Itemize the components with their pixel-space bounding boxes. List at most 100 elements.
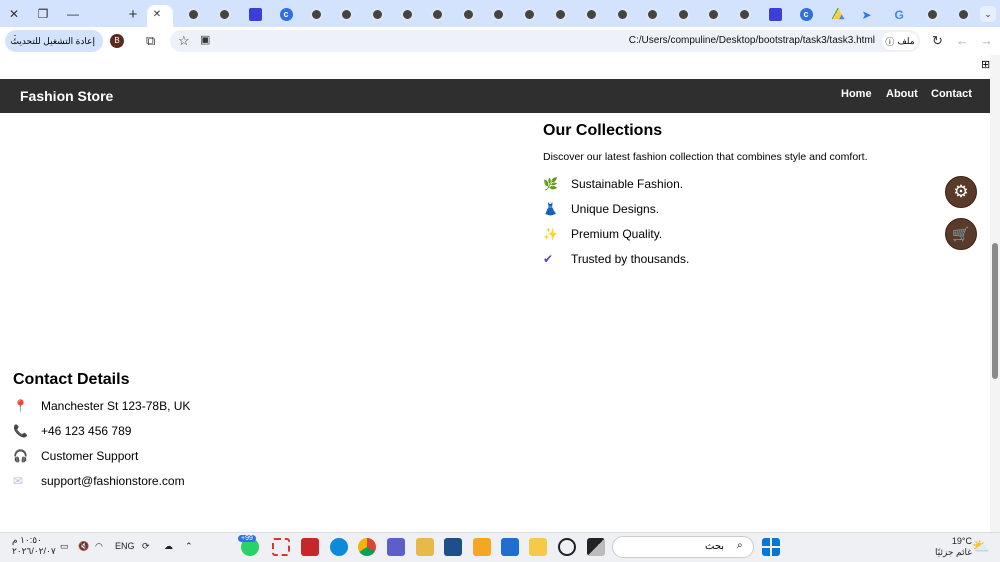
restore-window-button[interactable]: ❐ — [35, 6, 51, 22]
browser-tab[interactable] — [552, 6, 568, 22]
browser-tab[interactable] — [955, 6, 971, 22]
url-text[interactable]: C:/Users/compuline/Desktop/bootstrap/tas… — [629, 35, 875, 46]
extensions-icon[interactable]: ⧉ — [146, 33, 155, 49]
extension-favicon-icon — [248, 7, 262, 21]
battery-icon[interactable]: ▭ — [60, 541, 69, 552]
browser-tab[interactable] — [338, 6, 354, 22]
contact-item-label: +46 123 456 789 — [41, 423, 132, 438]
collection-item-icon: ✔ — [543, 251, 554, 266]
scrollbar-thumb[interactable] — [992, 243, 998, 379]
forward-icon[interactable]: → — [980, 33, 993, 48]
browser-tab[interactable]: G — [893, 6, 909, 22]
globe-favicon-icon — [461, 7, 475, 21]
browser-tab[interactable] — [644, 6, 660, 22]
collection-item: ✨ Premium Quality. — [543, 221, 963, 246]
cart-button[interactable]: 🛒 — [945, 218, 977, 250]
contact-section: Contact Details 📍 Manchester St 123-78B, … — [13, 371, 313, 493]
language-indicator[interactable]: ENG — [115, 541, 135, 551]
browser-tab[interactable]: ➤ — [860, 6, 876, 22]
globe-favicon-icon — [491, 7, 505, 21]
browser-tab[interactable] — [736, 6, 752, 22]
browser-tab[interactable]: c — [798, 6, 814, 22]
browser-tab[interactable] — [614, 6, 630, 22]
browser-tab[interactable]: c — [278, 6, 294, 22]
start-icon[interactable] — [762, 538, 780, 556]
whatsapp-badge: +99 — [238, 535, 256, 542]
reload-icon[interactable]: ↻ — [932, 33, 943, 49]
browser-tab[interactable] — [924, 6, 940, 22]
globe-favicon-icon — [400, 7, 414, 21]
settings-button[interactable]: ⚙ — [945, 176, 977, 208]
browser-tab[interactable] — [490, 6, 506, 22]
minimize-window-button[interactable]: — — [65, 6, 81, 22]
globe-favicon-icon — [737, 7, 751, 21]
app-icon[interactable] — [416, 538, 434, 556]
translate-icon[interactable]: ▣ — [200, 33, 210, 46]
contact-item-icon: 📍 — [13, 398, 28, 413]
teams-icon[interactable] — [387, 538, 405, 556]
browser-tab[interactable] — [460, 6, 476, 22]
nav-home[interactable]: Home — [841, 88, 872, 100]
tab-search-dropdown-icon[interactable]: ⌄ — [980, 6, 996, 22]
relaunch-label: إعادة التشغيل للتحديث — [10, 35, 95, 46]
browser-tab[interactable] — [216, 6, 232, 22]
cloud-icon[interactable]: ☁ — [164, 541, 173, 552]
globe-favicon-icon — [706, 7, 720, 21]
contact-item-label: Customer Support — [41, 448, 139, 463]
apps-grid-icon[interactable]: ⊞ — [981, 58, 990, 71]
browser-tab[interactable] — [705, 6, 721, 22]
nav-contact[interactable]: Contact — [931, 88, 972, 100]
snipping-tool-icon[interactable] — [272, 538, 290, 556]
contact-item-icon: 🎧 — [13, 448, 28, 463]
bookmark-star-icon[interactable]: ☆ — [178, 33, 190, 49]
back-icon[interactable]: ← — [956, 33, 969, 48]
close-window-button[interactable]: ✕ — [6, 6, 22, 22]
chatgpt-icon[interactable] — [558, 538, 576, 556]
browser-tab[interactable] — [185, 6, 201, 22]
new-tab-button[interactable]: + — [125, 6, 141, 23]
kebab-menu-icon[interactable]: ⋮ — [10, 34, 20, 45]
collection-item-icon: ✨ — [543, 226, 558, 241]
collection-item-label: Unique Designs. — [571, 201, 660, 216]
drive-favicon-icon — [831, 7, 845, 20]
taskbar-search[interactable]: بحث ⌕ — [612, 536, 754, 558]
chrome-icon[interactable] — [358, 538, 376, 556]
browser-tab[interactable] — [247, 6, 263, 22]
store-icon[interactable] — [444, 538, 462, 556]
browser-tab[interactable] — [521, 6, 537, 22]
browser-tab[interactable] — [369, 6, 385, 22]
sync-icon[interactable]: ⟳ — [142, 541, 150, 552]
weather-widget[interactable]: 19°C غائم جزئيًا — [935, 536, 972, 558]
contact-item-label: support@fashionstore.com — [41, 473, 185, 488]
notes-icon[interactable] — [473, 538, 491, 556]
globe-favicon-icon — [925, 7, 939, 21]
terminal-icon[interactable] — [587, 538, 605, 556]
contact-item-label: Manchester St 123-78B, UK — [41, 398, 191, 413]
browser-tab[interactable] — [830, 6, 846, 22]
brand-logo[interactable]: Fashion Store — [20, 88, 113, 104]
browser-tab[interactable] — [399, 6, 415, 22]
pdf-app-icon[interactable] — [301, 538, 319, 556]
contact-title: Contact Details — [13, 371, 130, 388]
browser-tab[interactable] — [429, 6, 445, 22]
nav-about[interactable]: About — [886, 88, 918, 100]
profile-avatar[interactable]: B — [110, 34, 124, 48]
browser-tab[interactable] — [308, 6, 324, 22]
collections-description: Discover our latest fashion collection t… — [543, 151, 868, 163]
browser-tab[interactable] — [583, 6, 599, 22]
file-explorer-icon[interactable] — [529, 538, 547, 556]
site-info-button[interactable]: ⓘ ملف — [882, 32, 918, 50]
weather-desc: غائم جزئيًا — [935, 547, 972, 557]
edge-icon[interactable] — [330, 538, 348, 556]
chevron-up-icon[interactable]: ⌃ — [185, 541, 193, 552]
close-tab-icon[interactable]: ✕ — [149, 6, 165, 22]
wifi-icon[interactable]: ◠ — [95, 541, 103, 552]
globe-favicon-icon — [584, 7, 598, 21]
collection-item: ✔ Trusted by thousands. — [543, 246, 963, 271]
browser-tab[interactable] — [675, 6, 691, 22]
collection-item: 🌿 Sustainable Fashion. — [543, 171, 963, 196]
outlook-icon[interactable] — [501, 538, 519, 556]
browser-tab[interactable] — [767, 6, 783, 22]
mute-icon[interactable]: 🔇 — [78, 541, 89, 552]
clock[interactable]: ١٠:٥٠ م ٢٠٢٦/٠٢/٠٧ — [12, 535, 56, 557]
